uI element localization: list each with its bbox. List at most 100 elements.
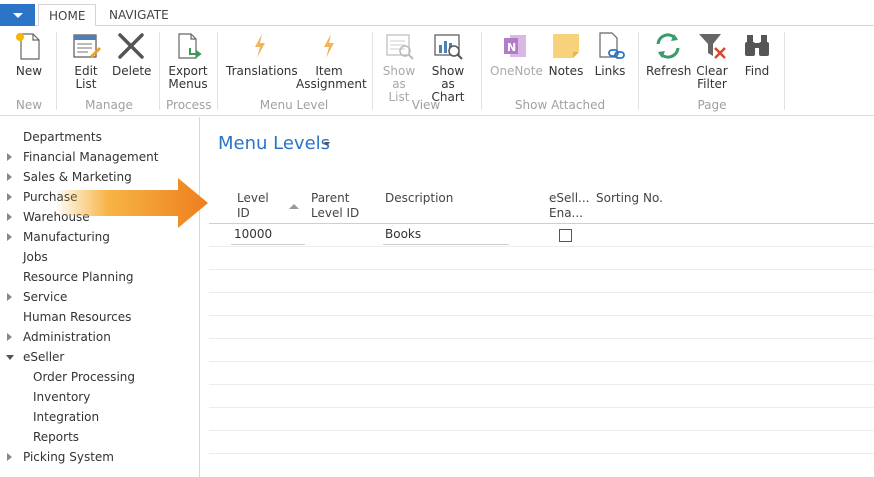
expand-arrow-icon[interactable] — [7, 153, 12, 161]
show-as-chart-button[interactable]: Show as Chart — [424, 30, 472, 104]
refresh-button[interactable]: Refresh — [646, 30, 691, 78]
nav-item-purchase[interactable]: Purchase — [0, 187, 199, 207]
tab-home[interactable]: HOME — [38, 4, 97, 27]
nav-item-sales-marketing[interactable]: Sales & Marketing — [0, 167, 199, 187]
links-label: Links — [594, 64, 626, 78]
row-divider — [209, 384, 874, 385]
column-header-sorting-no[interactable]: Sorting No. — [596, 191, 663, 206]
group-process-label: Process — [166, 98, 212, 112]
column-header-level-id[interactable]: Level ID — [237, 191, 269, 221]
eseller-enabled-checkbox[interactable] — [559, 229, 572, 242]
navigation-pane: Departments Financial Management Sales &… — [0, 117, 200, 477]
expand-arrow-icon[interactable] — [7, 453, 12, 461]
row-divider — [209, 361, 874, 362]
nav-item-label: Service — [23, 290, 68, 304]
ribbon-separator — [159, 32, 160, 110]
column-header-description[interactable]: Description — [385, 191, 453, 206]
nav-item-reports[interactable]: Reports — [0, 427, 199, 447]
nav-item-inventory[interactable]: Inventory — [0, 387, 199, 407]
nav-item-label: Jobs — [23, 250, 48, 264]
clear-filter-button[interactable]: Clear Filter — [694, 30, 730, 91]
nav-item-label: Order Processing — [33, 370, 135, 384]
nav-item-label: Human Resources — [23, 310, 132, 324]
export-menus-button[interactable]: Export Menus — [168, 30, 208, 91]
cell-underline — [383, 244, 509, 245]
nav-item-picking-system[interactable]: Picking System — [0, 447, 199, 467]
nav-item-eseller[interactable]: eSeller — [0, 347, 199, 367]
nav-item-label: Picking System — [23, 450, 114, 464]
nav-item-label: Sales & Marketing — [23, 170, 132, 184]
column-header-label: Parent — [311, 191, 350, 205]
expand-arrow-icon[interactable] — [7, 193, 12, 201]
nav-item-administration[interactable]: Administration — [0, 327, 199, 347]
nav-item-jobs[interactable]: Jobs — [0, 247, 199, 267]
row-divider — [209, 246, 874, 247]
chevron-down-icon[interactable] — [324, 142, 330, 146]
expand-arrow-icon[interactable] — [7, 173, 12, 181]
show-as-list-button[interactable]: Show as List — [380, 30, 418, 104]
onenote-button[interactable]: N OneNote — [490, 30, 543, 78]
nav-item-label: Administration — [23, 330, 111, 344]
export-document-icon — [172, 30, 204, 62]
ribbon-separator — [784, 32, 785, 110]
nav-item-financial-management[interactable]: Financial Management — [0, 147, 199, 167]
row-divider — [209, 430, 874, 431]
list-view-icon — [383, 30, 415, 62]
translations-button[interactable]: Translations — [226, 30, 298, 78]
refresh-icon — [652, 30, 684, 62]
nav-item-label: Integration — [33, 410, 100, 424]
tab-navigate[interactable]: NAVIGATE — [99, 4, 179, 27]
new-document-icon — [13, 30, 45, 62]
edit-list-button[interactable]: Edit List — [68, 30, 104, 91]
cell-level-id[interactable]: 10000 — [234, 227, 272, 241]
column-header-label: eSell... — [549, 191, 590, 205]
onenote-label: OneNote — [490, 64, 543, 78]
link-document-icon — [594, 30, 626, 62]
column-header-label: Level — [237, 191, 269, 205]
cell-description[interactable]: Books — [385, 227, 421, 241]
column-header-eseller-enabled[interactable]: eSell... Ena... — [549, 191, 590, 221]
column-header-parent-level-id[interactable]: Parent Level ID — [311, 191, 359, 221]
nav-item-departments[interactable]: Departments — [0, 127, 199, 147]
page-title[interactable]: Menu Levels — [218, 133, 330, 154]
new-button[interactable]: New — [10, 30, 48, 78]
ribbon-separator — [56, 32, 57, 110]
item-assignment-button[interactable]: Item Assignment — [296, 30, 367, 91]
notes-button[interactable]: Notes — [546, 30, 586, 78]
collapse-arrow-icon[interactable] — [6, 355, 14, 360]
nav-item-manufacturing[interactable]: Manufacturing — [0, 227, 199, 247]
nav-item-order-processing[interactable]: Order Processing — [0, 367, 199, 387]
chart-view-icon — [432, 30, 464, 62]
export-menus-label-line2: Menus — [168, 77, 208, 91]
group-menu-level-label: Menu Level — [259, 98, 329, 112]
expand-arrow-icon[interactable] — [7, 333, 12, 341]
expand-arrow-icon[interactable] — [7, 213, 12, 221]
delete-button[interactable]: Delete — [112, 30, 152, 78]
delete-label: Delete — [112, 64, 152, 78]
expand-arrow-icon[interactable] — [7, 233, 12, 241]
cell-underline — [231, 244, 305, 245]
nav-item-label: Departments — [23, 130, 102, 144]
ribbon-separator — [638, 32, 639, 110]
row-divider — [209, 292, 874, 293]
find-button[interactable]: Find — [740, 30, 774, 78]
nav-item-warehouse[interactable]: Warehouse — [0, 207, 199, 227]
column-header-label: Level ID — [311, 206, 360, 220]
expand-arrow-icon[interactable] — [7, 293, 12, 301]
find-label: Find — [744, 64, 770, 78]
group-new-label: New — [15, 98, 43, 112]
nav-item-label: Financial Management — [23, 150, 159, 164]
application-menu-button[interactable] — [0, 4, 35, 26]
nav-item-integration[interactable]: Integration — [0, 407, 199, 427]
column-header-label: Sorting No. — [596, 191, 663, 205]
ribbon-separator — [372, 32, 373, 110]
ribbon-separator — [217, 32, 218, 110]
links-button[interactable]: Links — [592, 30, 628, 78]
nav-item-human-resources[interactable]: Human Resources — [0, 307, 199, 327]
group-page-label: Page — [697, 98, 727, 112]
nav-item-service[interactable]: Service — [0, 287, 199, 307]
nav-item-resource-planning[interactable]: Resource Planning — [0, 267, 199, 287]
sort-ascending-icon[interactable] — [289, 204, 299, 209]
row-divider — [209, 269, 874, 270]
row-divider — [209, 453, 874, 454]
